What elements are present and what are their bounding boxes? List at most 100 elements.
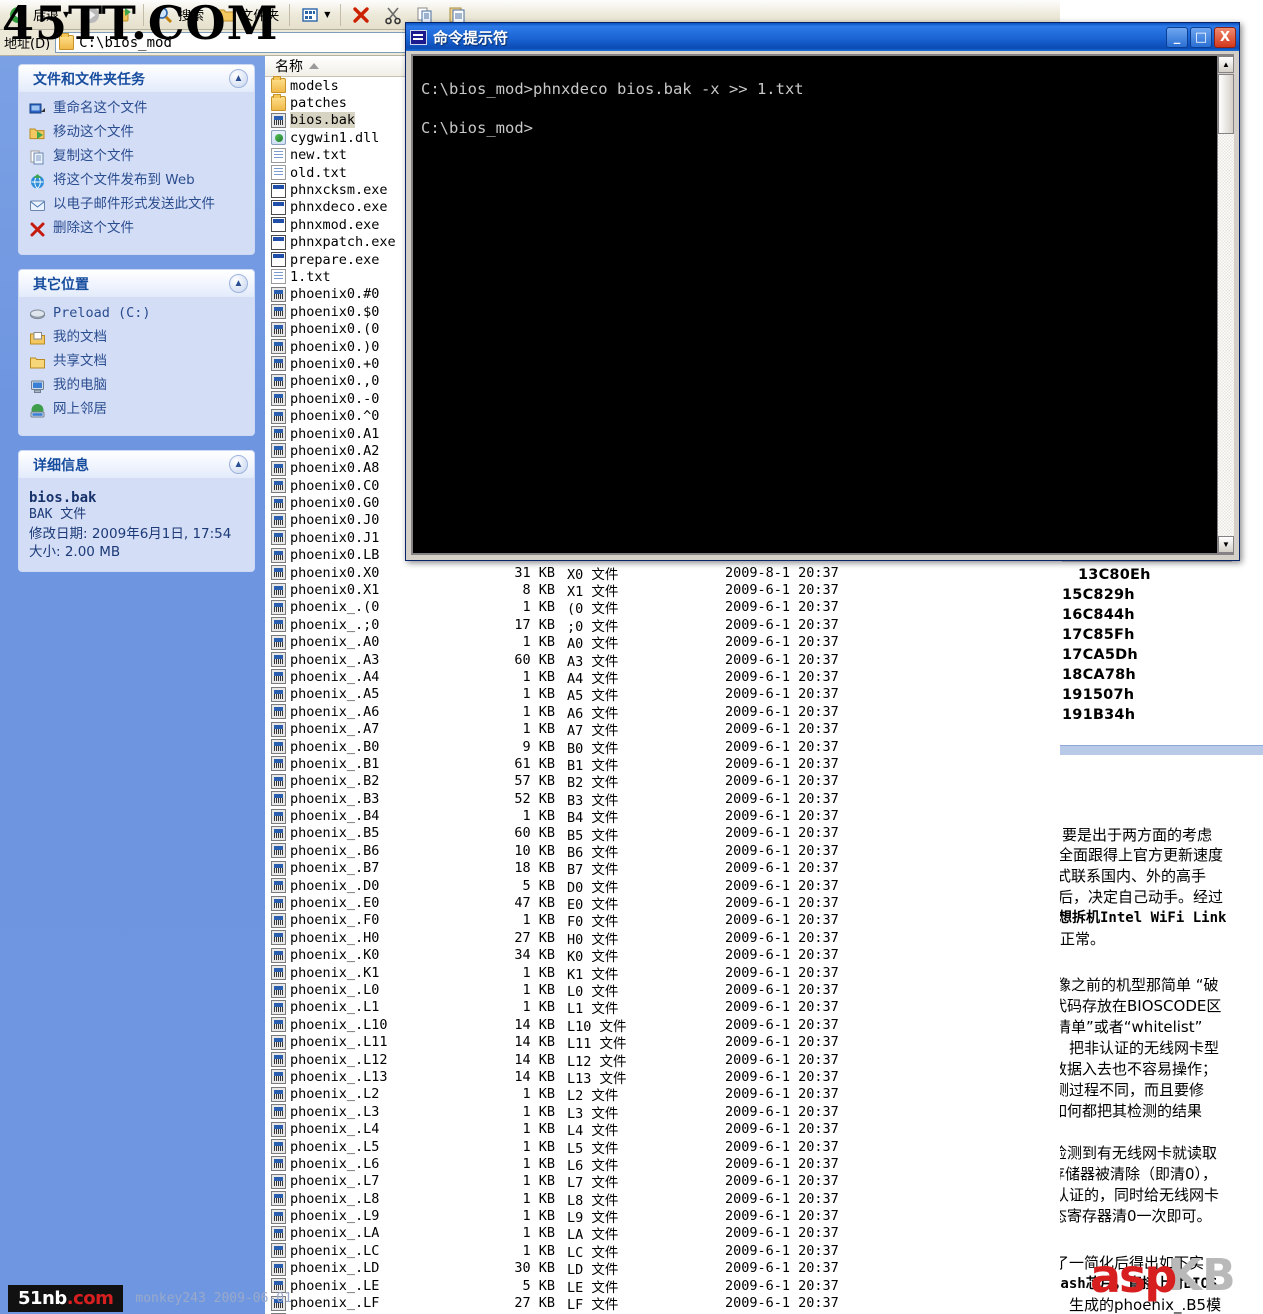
file-name-cell[interactable]: phoenix_.(0 (265, 599, 465, 615)
scrollbar-track[interactable] (1218, 134, 1234, 536)
task-email[interactable]: 以电子邮件形式发送此文件 (29, 196, 246, 215)
file-name-cell[interactable]: phoenix_.;0 (265, 617, 465, 633)
table-row[interactable]: phoenix_.L6 1 KB L6 文件 2009-6-1 20:37 (265, 1155, 1060, 1174)
file-name-cell[interactable]: phoenix_.B1 (265, 756, 465, 772)
file-name-cell[interactable]: phoenix_.A7 (265, 721, 465, 737)
table-row[interactable]: phoenix0.X1 8 KB X1 文件 2009-6-1 20:37 (265, 581, 1060, 600)
table-row[interactable]: phoenix_.F0 1 KB F0 文件 2009-6-1 20:37 (265, 912, 1060, 930)
file-name-cell[interactable]: phoenix_.L12 (265, 1052, 465, 1068)
file-name-cell[interactable]: phoenix_.K0 (265, 947, 465, 963)
file-tasks-header[interactable]: 文件和文件夹任务 ▲ (19, 65, 254, 92)
console-output[interactable]: C:\bios_mod>phnxdeco bios.bak -x >> 1.tx… (413, 56, 1217, 553)
collapse-chevron-icon[interactable]: ▲ (229, 69, 248, 88)
task-publish-web[interactable]: 将这个文件发布到 Web (29, 172, 246, 191)
file-name-cell[interactable]: phoenix_.B0 (265, 739, 465, 755)
file-name-cell[interactable]: phoenix0.X0 (265, 565, 465, 581)
collapse-chevron-icon[interactable]: ▲ (229, 455, 248, 474)
table-row[interactable]: phoenix_.B3 52 KB B3 文件 2009-6-1 20:37 (265, 790, 1060, 809)
file-name-cell[interactable]: phoenix_.K1 (265, 965, 465, 981)
file-name-cell[interactable]: phoenix_.LD (265, 1260, 465, 1276)
table-row[interactable]: phoenix_.K1 1 KB K1 文件 2009-6-1 20:37 (265, 964, 1060, 983)
file-name-cell[interactable]: phoenix_.L5 (265, 1139, 465, 1155)
table-row[interactable]: phoenix_.D0 5 KB D0 文件 2009-6-1 20:37 (265, 877, 1060, 896)
scrollbar-thumb[interactable] (1218, 74, 1234, 134)
file-name-cell[interactable]: phoenix_.E0 (265, 895, 465, 911)
task-copy[interactable]: 复制这个文件 (29, 148, 246, 167)
console-scrollbar[interactable]: ▲ ▼ (1217, 56, 1234, 553)
table-row[interactable]: phoenix_.L5 1 KB L5 文件 2009-6-1 20:37 (265, 1138, 1060, 1157)
file-name-cell[interactable]: phoenix_.LC (265, 1243, 465, 1259)
table-row[interactable]: phoenix_.LD 30 KB LD 文件 2009-6-1 20:37 (265, 1260, 1060, 1278)
table-row[interactable]: phoenix_.L11 14 KB L11 文件 2009-6-1 20:37 (265, 1033, 1060, 1052)
table-row[interactable]: phoenix_.A3 60 KB A3 文件 2009-6-1 20:37 (265, 651, 1060, 670)
place-my-computer[interactable]: 我的电脑 (29, 377, 246, 396)
file-name-cell[interactable]: phoenix_.L9 (265, 1208, 465, 1224)
other-places-header[interactable]: 其它位置 ▲ (19, 270, 254, 297)
table-row[interactable]: phoenix_.L4 1 KB L4 文件 2009-6-1 20:37 (265, 1120, 1060, 1139)
table-row[interactable]: phoenix_.(0 1 KB (0 文件 2009-6-1 20:37 (265, 599, 1060, 617)
file-name-cell[interactable]: phoenix_.B2 (265, 773, 465, 789)
table-row[interactable]: phoenix_.B2 57 KB B2 文件 2009-6-1 20:37 (265, 773, 1060, 791)
file-name-cell[interactable]: phoenix_.B4 (265, 808, 465, 824)
place-my-documents[interactable]: 我的文档 (29, 329, 246, 348)
table-row[interactable]: phoenix_.B0 9 KB B0 文件 2009-6-1 20:37 (265, 738, 1060, 757)
task-move[interactable]: 移动这个文件 (29, 124, 246, 143)
file-name-cell[interactable]: phoenix0.X1 (265, 582, 465, 598)
command-prompt-client[interactable]: C:\bios_mod>phnxdeco bios.bak -x >> 1.tx… (411, 54, 1234, 555)
table-row[interactable]: phoenix_.L7 1 KB L7 文件 2009-6-1 20:37 (265, 1173, 1060, 1191)
collapse-chevron-icon[interactable]: ▲ (229, 274, 248, 293)
file-name-cell[interactable]: phoenix_.L3 (265, 1104, 465, 1120)
command-prompt-titlebar[interactable]: 命令提示符 _ □ X (406, 23, 1239, 51)
table-row[interactable]: phoenix_.K0 34 KB K0 文件 2009-6-1 20:37 (265, 947, 1060, 965)
maximize-button[interactable]: □ (1190, 26, 1212, 48)
place-network[interactable]: 网上邻居 (29, 401, 246, 420)
file-name-cell[interactable]: phoenix_.A4 (265, 669, 465, 685)
table-row[interactable]: phoenix_.LA 1 KB LA 文件 2009-6-1 20:37 (265, 1225, 1060, 1243)
file-name-cell[interactable]: phoenix_.B7 (265, 860, 465, 876)
table-row[interactable]: phoenix_.L8 1 KB L8 文件 2009-6-1 20:37 (265, 1190, 1060, 1209)
file-name-cell[interactable]: phoenix_.L7 (265, 1173, 465, 1189)
file-name-cell[interactable]: phoenix_.B6 (265, 843, 465, 859)
table-row[interactable]: phoenix_.B5 60 KB B5 文件 2009-6-1 20:37 (265, 825, 1060, 844)
file-name-cell[interactable]: phoenix_.L4 (265, 1121, 465, 1137)
file-name-cell[interactable]: phoenix_.L13 (265, 1069, 465, 1085)
file-name-cell[interactable]: phoenix_.L1 (265, 999, 465, 1015)
table-row[interactable]: phoenix_.B7 18 KB B7 文件 2009-6-1 20:37 (265, 860, 1060, 878)
scroll-up-button[interactable]: ▲ (1218, 56, 1234, 73)
file-name-cell[interactable]: phoenix_.A0 (265, 634, 465, 650)
table-row[interactable]: phoenix_.B1 61 KB B1 文件 2009-6-1 20:37 (265, 755, 1060, 774)
table-row[interactable]: phoenix_.LF 27 KB LF 文件 2009-6-1 20:37 (265, 1294, 1060, 1313)
close-button[interactable]: X (1214, 26, 1236, 48)
file-name-cell[interactable]: phoenix_.L11 (265, 1034, 465, 1050)
file-name-cell[interactable]: phoenix_.A3 (265, 652, 465, 668)
file-name-cell[interactable]: phoenix_.LE (265, 1278, 465, 1294)
table-row[interactable]: phoenix_.LE 5 KB LE 文件 2009-6-1 20:37 (265, 1277, 1060, 1296)
table-row[interactable]: phoenix_.L9 1 KB L9 文件 2009-6-1 20:37 (265, 1207, 1060, 1226)
file-name-cell[interactable]: phoenix_.H0 (265, 930, 465, 946)
table-row[interactable]: phoenix_.L13 14 KB L13 文件 2009-6-1 20:37 (265, 1068, 1060, 1087)
cut-button[interactable] (378, 2, 408, 28)
file-name-cell[interactable]: phoenix_.B5 (265, 825, 465, 841)
table-row[interactable]: phoenix_.A0 1 KB A0 文件 2009-6-1 20:37 (265, 634, 1060, 652)
file-name-cell[interactable]: phoenix_.LA (265, 1225, 465, 1241)
table-row[interactable]: phoenix_.L2 1 KB L2 文件 2009-6-1 20:37 (265, 1086, 1060, 1104)
details-header[interactable]: 详细信息 ▲ (19, 451, 254, 478)
table-row[interactable]: phoenix_.A6 1 KB A6 文件 2009-6-1 20:37 (265, 703, 1060, 722)
table-row[interactable]: phoenix_.H0 27 KB H0 文件 2009-6-1 20:37 (265, 929, 1060, 948)
command-prompt-window[interactable]: 命令提示符 _ □ X C:\bios_mod>phnxdeco bios.ba… (405, 22, 1240, 561)
table-row[interactable]: phoenix_.L10 14 KB L10 文件 2009-6-1 20:37 (265, 1016, 1060, 1035)
place-shared-documents[interactable]: 共享文档 (29, 353, 246, 372)
table-row[interactable]: phoenix_.L1 1 KB L1 文件 2009-6-1 20:37 (265, 999, 1060, 1017)
file-name-cell[interactable]: phoenix_.B3 (265, 791, 465, 807)
file-name-cell[interactable]: phoenix_.F0 (265, 912, 465, 928)
task-delete[interactable]: 删除这个文件 (29, 220, 246, 239)
views-dropdown-icon[interactable]: ▼ (324, 10, 330, 19)
file-name-cell[interactable]: phoenix_.L0 (265, 982, 465, 998)
file-name-cell[interactable]: phoenix_.A5 (265, 686, 465, 702)
table-row[interactable]: phoenix_.L0 1 KB L0 文件 2009-6-1 20:37 (265, 981, 1060, 1000)
delete-button[interactable] (346, 2, 376, 28)
place-preload-c[interactable]: Preload (C:) (29, 305, 246, 324)
column-header-name[interactable]: 名称 (265, 56, 319, 76)
table-row[interactable]: phoenix_.B4 1 KB B4 文件 2009-6-1 20:37 (265, 807, 1060, 826)
table-row[interactable]: phoenix_.;0 17 KB ;0 文件 2009-6-1 20:37 (265, 616, 1060, 635)
